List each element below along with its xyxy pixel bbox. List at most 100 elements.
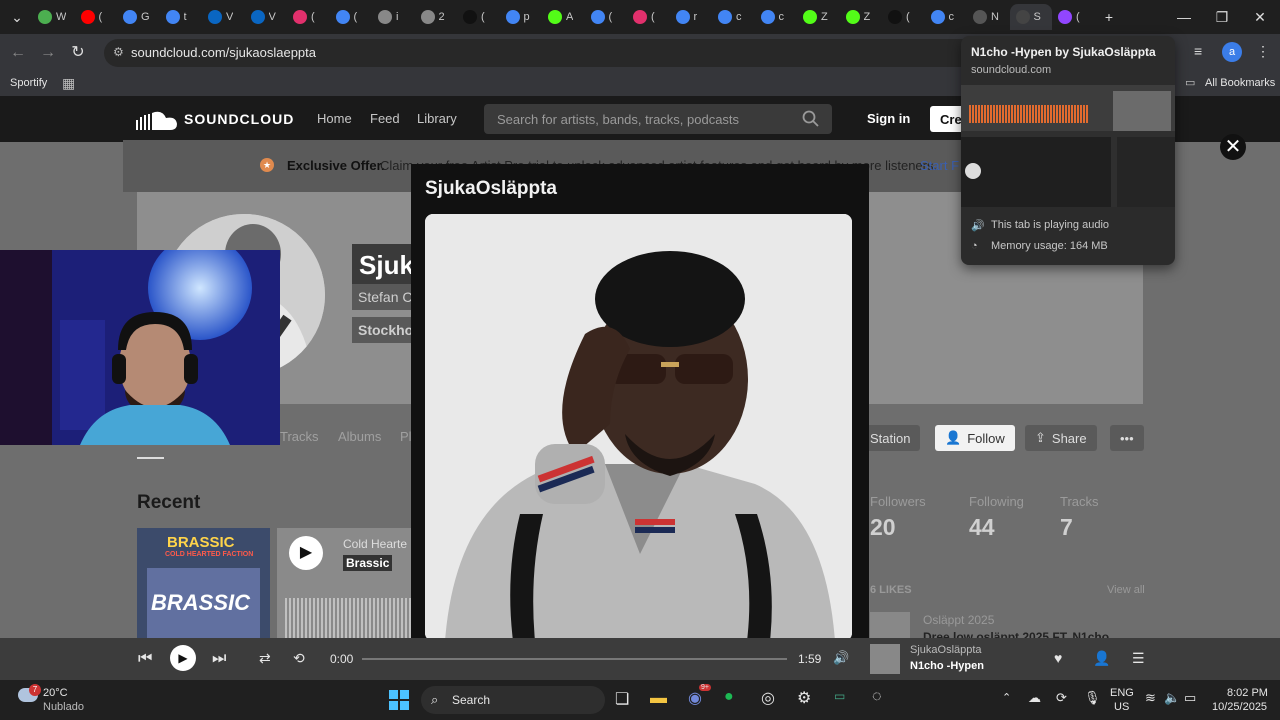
play-pause-button[interactable]: ▶ [170, 645, 196, 671]
wifi-icon[interactable]: ≋ [1145, 690, 1156, 706]
nav-library[interactable]: Library [417, 111, 457, 126]
forward-icon[interactable]: → [36, 42, 60, 64]
discord-icon[interactable]: ◉ [688, 688, 702, 708]
search-input[interactable]: Search for artists, bands, tracks, podca… [484, 104, 832, 134]
bookmark-sportify[interactable]: Sportify [10, 77, 47, 89]
tab-search-icon[interactable]: ⌄ [6, 6, 28, 28]
media-control-icon[interactable]: ≡ [1194, 43, 1202, 59]
tab-playlists[interactable]: Pl [400, 429, 412, 444]
steam-icon[interactable]: ⚙ [797, 688, 811, 708]
weather-temp[interactable]: 20°C [43, 687, 68, 699]
browser-tab[interactable]: V [202, 4, 244, 30]
reload-icon[interactable]: ↻ [66, 42, 90, 64]
browser-tab[interactable]: ( [1052, 4, 1094, 30]
cloud-icon[interactable]: ☁ [1028, 690, 1041, 706]
stat-tracks-label[interactable]: Tracks [1060, 494, 1099, 509]
close-window-button[interactable]: ✕ [1240, 6, 1280, 28]
volume-icon[interactable]: 🔊 [833, 650, 849, 666]
like-heart-icon[interactable]: ♥ [1054, 650, 1062, 666]
play-icon[interactable]: ▶ [289, 536, 323, 570]
browser-tab[interactable]: c [712, 4, 754, 30]
profile-avatar[interactable]: a [1222, 42, 1242, 62]
browser-tab[interactable]: G [117, 4, 159, 30]
spotify-icon[interactable]: ● [724, 688, 734, 706]
now-playing-artist[interactable]: SjukaOsläppta [910, 644, 982, 656]
now-playing-title[interactable]: N1cho -Hypen [910, 660, 984, 672]
now-playing-artwork[interactable] [870, 644, 900, 674]
tab-albums[interactable]: Albums [338, 429, 381, 444]
taskbar-search-box[interactable]: ⌕ Search [421, 686, 605, 714]
sync-icon[interactable]: ⟳ [1056, 690, 1067, 706]
minimize-button[interactable]: — [1164, 6, 1204, 28]
clock-date[interactable]: 10/25/2025 [1212, 701, 1267, 713]
browser-tab[interactable]: r [670, 4, 712, 30]
search-icon[interactable] [802, 110, 820, 128]
next-track-icon[interactable]: ⏭ [212, 650, 226, 668]
follow-button[interactable]: 👤 Follow [935, 425, 1015, 451]
browser-tab[interactable]: N [967, 4, 1009, 30]
task-view-icon[interactable]: ❏ [615, 689, 629, 709]
language-code[interactable]: ENG [1110, 687, 1134, 699]
likes-heading[interactable]: 6 LIKES [870, 584, 912, 596]
stat-followers-label[interactable]: Followers [870, 494, 926, 509]
nav-home[interactable]: Home [317, 111, 352, 126]
obs-icon[interactable]: ◌ [872, 688, 882, 706]
browser-tab[interactable]: S [1009, 4, 1052, 30]
windows-start-icon[interactable] [389, 690, 409, 710]
browser-tab[interactable]: Z [797, 4, 839, 30]
soundcloud-logo-icon[interactable] [136, 110, 178, 130]
previous-track-icon[interactable]: ⏮ [138, 650, 152, 668]
stat-following-label[interactable]: Following [969, 494, 1024, 509]
browser-tab[interactable]: ( [882, 4, 924, 30]
weather-desc[interactable]: Nublado [43, 701, 84, 713]
browser-tab[interactable]: ( [75, 4, 117, 30]
new-tab-button[interactable]: + [1096, 6, 1122, 28]
browser-tab[interactable]: t [160, 4, 202, 30]
back-icon[interactable]: ← [6, 42, 30, 64]
repeat-icon[interactable]: ⟲ [293, 650, 305, 667]
card-2-artist[interactable]: Cold Hearte [343, 537, 407, 551]
close-lightbox-icon[interactable]: ✕ [1220, 134, 1246, 160]
browser-tab[interactable]: Z [840, 4, 882, 30]
menu-icon[interactable]: ⋮ [1256, 43, 1270, 60]
browser-tab[interactable]: c [925, 4, 967, 30]
recent-card-brassic[interactable]: BRASSIC COLD HEARTED FACTION BRASSIC [137, 528, 270, 640]
browser-tab[interactable]: A [542, 4, 584, 30]
view-all-link[interactable]: View all [1107, 584, 1145, 596]
browser-tab[interactable]: ( [585, 4, 627, 30]
apps-grid-icon[interactable]: ▦ [62, 75, 75, 92]
browser-tab[interactable]: p [500, 4, 542, 30]
region-code[interactable]: US [1114, 701, 1129, 713]
share-button[interactable]: ⇪ Share [1025, 425, 1097, 451]
file-explorer-icon[interactable]: ▬ [650, 688, 667, 708]
app-icon[interactable]: ▭ [834, 689, 845, 703]
stat-followers-value[interactable]: 20 [870, 514, 896, 541]
browser-tab[interactable]: c [755, 4, 797, 30]
soundcloud-wordmark[interactable]: SOUNDCLOUD [184, 111, 294, 127]
browser-tab[interactable]: i [372, 4, 414, 30]
all-bookmarks-button[interactable]: All Bookmarks [1205, 77, 1275, 89]
shuffle-icon[interactable]: ⇄ [259, 650, 271, 667]
queue-icon[interactable]: ☰ [1132, 650, 1145, 667]
browser-tab[interactable]: 2 [415, 4, 457, 30]
restore-button[interactable]: ❐ [1202, 6, 1242, 28]
browser-tab[interactable]: V [245, 4, 287, 30]
tray-chevron-icon[interactable]: ⌃ [1002, 691, 1011, 704]
volume-tray-icon[interactable]: 🔈 [1164, 690, 1180, 706]
nav-feed[interactable]: Feed [370, 111, 400, 126]
offer-start-link[interactable]: Start F [920, 158, 959, 173]
browser-tab[interactable]: ( [627, 4, 669, 30]
card-2-title[interactable]: Brassic [343, 555, 393, 571]
stat-following-value[interactable]: 44 [969, 514, 995, 541]
stat-tracks-value[interactable]: 7 [1060, 514, 1073, 541]
like-item-artist[interactable]: Osläppt 2025 [923, 613, 994, 627]
site-info-icon[interactable]: ⚙ [113, 45, 124, 59]
chrome-icon[interactable]: ◎ [761, 688, 775, 708]
battery-icon[interactable]: ▭ [1184, 690, 1196, 706]
like-item-artwork[interactable] [870, 612, 910, 638]
browser-tab[interactable]: ( [330, 4, 372, 30]
follow-artist-icon[interactable]: 👤 [1093, 650, 1110, 667]
more-button[interactable]: ••• [1110, 425, 1144, 451]
progress-bar[interactable] [362, 658, 787, 660]
browser-tab[interactable]: ( [287, 4, 329, 30]
